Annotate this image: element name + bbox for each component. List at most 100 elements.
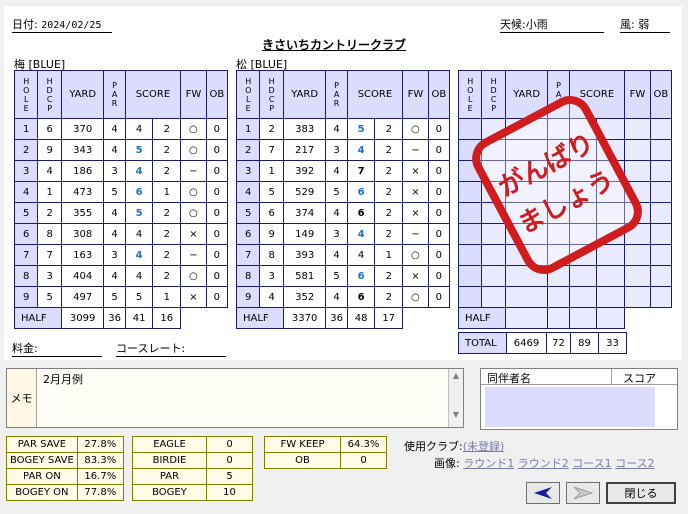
hole-fw[interactable]: × — [402, 160, 429, 182]
hole-putt[interactable]: 2 — [152, 118, 182, 140]
hole-ob[interactable]: 0 — [205, 202, 229, 224]
hole-score[interactable]: 4 — [124, 118, 154, 140]
hole-putt[interactable]: 2 — [374, 286, 404, 308]
companions-body[interactable] — [485, 387, 655, 427]
hole-putt[interactable]: 2 — [152, 265, 182, 287]
hole-fw[interactable]: − — [180, 160, 207, 182]
hole-score[interactable]: 4 — [346, 139, 376, 161]
hole-ob[interactable]: 0 — [205, 223, 229, 245]
hole-ob[interactable]: 0 — [427, 139, 451, 161]
prev-button[interactable] — [526, 482, 560, 504]
hole-score[interactable]: 6 — [346, 286, 376, 308]
next-button[interactable] — [566, 482, 600, 504]
hole-fw[interactable]: ○ — [402, 118, 429, 140]
hole-fw[interactable]: × — [402, 202, 429, 224]
hole-hdcp: 2 — [37, 202, 62, 224]
image-round1-link[interactable]: ラウンド1 — [463, 457, 514, 470]
hole-fw[interactable]: × — [180, 286, 207, 308]
hole-ob[interactable]: 0 — [205, 160, 229, 182]
hole-fw[interactable]: × — [402, 181, 429, 203]
hole-ob[interactable]: 0 — [205, 244, 229, 266]
hole-score[interactable]: 6 — [346, 181, 376, 203]
half-row: HALF 3370 36 48 17 — [236, 307, 450, 329]
hole-score[interactable]: 4 — [124, 265, 154, 287]
hole-par: 4 — [103, 118, 126, 140]
club-use-link[interactable]: (未登録) — [463, 440, 505, 453]
half-score: 41 — [124, 307, 154, 329]
hole-score[interactable]: 4 — [346, 244, 376, 266]
hole-ob[interactable]: 0 — [205, 286, 229, 308]
hole-score[interactable]: 7 — [346, 160, 376, 182]
hole-putt[interactable]: 2 — [152, 160, 182, 182]
hole-putt[interactable]: 2 — [152, 202, 182, 224]
hole-ob[interactable]: 0 — [427, 202, 451, 224]
hole-score[interactable]: 4 — [124, 160, 154, 182]
hole-ob[interactable]: 0 — [427, 286, 451, 308]
hole-putt[interactable]: 1 — [152, 286, 182, 308]
close-button[interactable]: 閉じる — [606, 482, 676, 504]
companions-list[interactable]: 同伴者名 スコア — [480, 368, 678, 430]
hole-fw[interactable]: ○ — [180, 139, 207, 161]
memo-box[interactable]: メモ 2月月例 ▲ ▼ — [6, 368, 464, 428]
arrow-right-icon — [573, 486, 594, 500]
hole-ob[interactable]: 0 — [205, 139, 229, 161]
stat-row: BOGEY ON 77.8% — [6, 484, 124, 501]
hole-fw[interactable]: − — [402, 139, 429, 161]
hole-ob[interactable]: 0 — [205, 265, 229, 287]
hole-score[interactable]: 6 — [346, 202, 376, 224]
hole-putt[interactable]: 2 — [152, 139, 182, 161]
hole-ob[interactable]: 0 — [427, 118, 451, 140]
hole-putt[interactable]: 2 — [374, 202, 404, 224]
hole-score[interactable]: 5 — [124, 286, 154, 308]
hole-score[interactable]: 6 — [346, 265, 376, 287]
hole-hdcp: 3 — [37, 265, 62, 287]
hole-fw[interactable]: − — [402, 223, 429, 245]
memo-text[interactable]: 2月月例 — [43, 371, 83, 387]
hole-ob[interactable]: 0 — [427, 160, 451, 182]
hole-fw[interactable]: ○ — [180, 181, 207, 203]
hole-putt[interactable]: 2 — [374, 139, 404, 161]
memo-scrollbar[interactable]: ▲ ▼ — [448, 369, 463, 427]
hole-number: 5 — [235, 202, 261, 224]
hole-putt[interactable]: 1 — [152, 181, 182, 203]
hole-score[interactable]: 4 — [124, 244, 154, 266]
hole-score[interactable]: 5 — [346, 118, 376, 140]
image-course1-link[interactable]: コース1 — [572, 457, 611, 470]
hole-score[interactable] — [568, 265, 598, 287]
hole-row: 9 5 497 5 5 1 × 0 — [13, 286, 229, 308]
club-use: 使用クラブ:(未登録) — [404, 440, 505, 453]
hole-fw[interactable]: ○ — [180, 118, 207, 140]
hole-score[interactable]: 6 — [124, 181, 154, 203]
hole-score[interactable]: 5 — [124, 202, 154, 224]
hole-fw[interactable]: × — [180, 223, 207, 245]
hole-fw[interactable]: ○ — [402, 244, 429, 266]
hole-score[interactable]: 5 — [124, 139, 154, 161]
hole-fw[interactable]: ○ — [180, 265, 207, 287]
hole-ob[interactable]: 0 — [427, 244, 451, 266]
hole-score[interactable]: 4 — [346, 223, 376, 245]
hole-putt[interactable]: 2 — [152, 244, 182, 266]
hole-fw[interactable]: × — [402, 265, 429, 287]
hole-fw[interactable]: ○ — [180, 202, 207, 224]
hole-putt[interactable]: 2 — [152, 223, 182, 245]
hole-ob[interactable]: 0 — [205, 118, 229, 140]
hole-ob[interactable]: 0 — [427, 181, 451, 203]
hole-hdcp: 8 — [259, 244, 284, 266]
image-round2-link[interactable]: ラウンド2 — [518, 457, 569, 470]
scroll-up-icon[interactable]: ▲ — [449, 371, 463, 380]
hole-ob[interactable]: 0 — [427, 223, 451, 245]
hole-score[interactable]: 4 — [124, 223, 154, 245]
hole-putt[interactable]: 2 — [374, 160, 404, 182]
hole-fw[interactable]: − — [180, 244, 207, 266]
scroll-down-icon[interactable]: ▼ — [449, 410, 463, 419]
hole-score[interactable] — [568, 286, 598, 308]
hole-putt[interactable]: 2 — [374, 223, 404, 245]
hole-ob[interactable]: 0 — [427, 265, 451, 287]
hole-putt[interactable]: 2 — [374, 118, 404, 140]
hole-fw[interactable]: ○ — [402, 286, 429, 308]
hole-ob[interactable]: 0 — [205, 181, 229, 203]
hole-putt[interactable]: 2 — [374, 181, 404, 203]
hole-putt[interactable]: 2 — [374, 265, 404, 287]
image-course2-link[interactable]: コース2 — [615, 457, 654, 470]
hole-putt[interactable]: 1 — [374, 244, 404, 266]
